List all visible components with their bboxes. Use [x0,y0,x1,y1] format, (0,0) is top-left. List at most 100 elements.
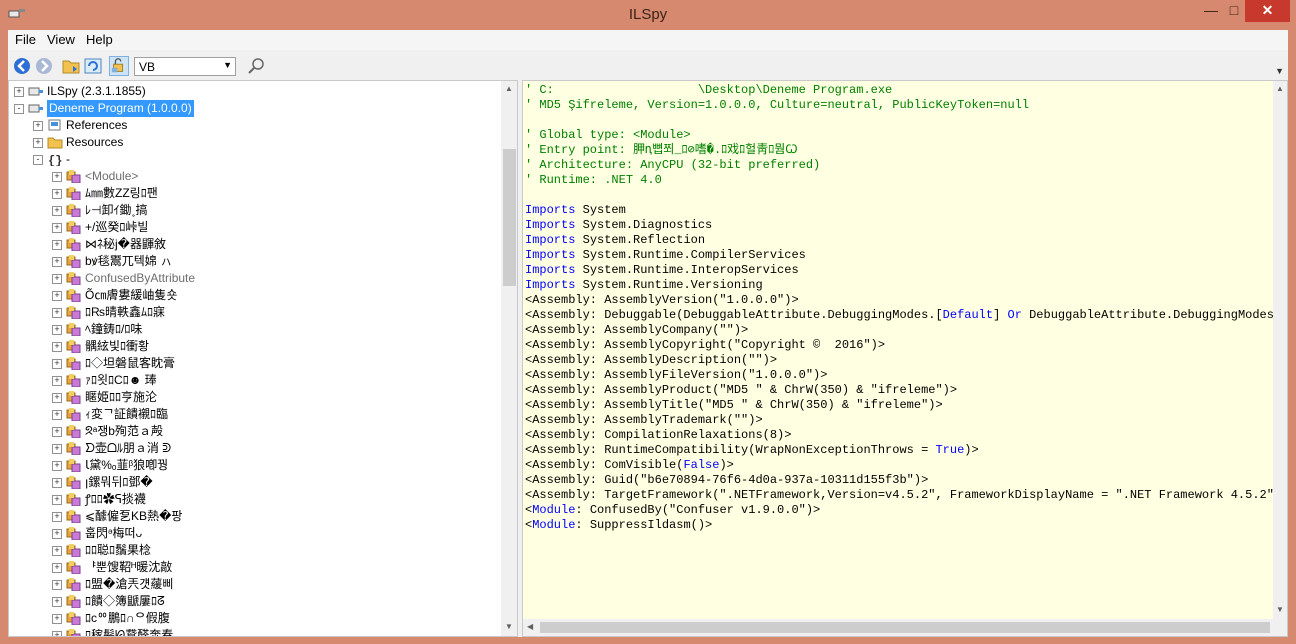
maximize-button[interactable]: □ [1224,0,1244,22]
code-vertical-scrollbar[interactable]: ▲ ▼ [1273,81,1287,619]
tree-node-label[interactable]: ﾚ⊣卸ｲ鋤˳搞 [85,202,147,219]
tree-node-label[interactable]: ᘝᵃ쟁b殉范ａ殸 [85,423,163,440]
toolbar-overflow-icon[interactable]: ▼ [1275,66,1284,76]
tree-node-label[interactable]: Deneme Program (1.0.0.0) [47,100,194,117]
expand-icon[interactable]: + [52,359,62,369]
close-button[interactable]: ✕ [1245,0,1290,22]
tree-scroll-thumb[interactable] [503,149,516,286]
tree-node-label[interactable]: bꝟ毯鬻兀텍婂 ㇵ [85,253,172,270]
code-horizontal-scrollbar[interactable]: ◀ [523,619,1273,636]
tree-node-label[interactable]: ᅣ뿐馊鞀ᴴ暖沈㪣 [85,559,172,576]
collapse-icon[interactable]: - [33,155,43,165]
decompiled-code-view[interactable]: ' C: \Desktop\Deneme Program.exe ' MD5 Şi… [522,80,1288,637]
tree-node-label[interactable]: ꞁ鏍뭐뒤ﾛ鄧� [85,474,153,491]
tree-node-label[interactable]: ﾛﾛ聪ﾛ鬚果棯 [85,542,151,559]
scroll-down-icon[interactable]: ▼ [1276,605,1284,614]
expand-icon[interactable]: + [52,444,62,454]
tree-node-label[interactable]: ﾛ稼髪ᘗ鵞醛奔春 [85,627,173,636]
expand-icon[interactable]: + [52,223,62,233]
tree-node-label[interactable]: ᗤ壶ᗝﾙ朋ａ消 ᕲ [85,440,171,457]
expand-icon[interactable]: + [52,274,62,284]
tree-node-label[interactable]: ﾛ饋◇簿鼶屢ﾛᘔ [85,593,165,610]
expand-icon[interactable]: + [33,121,43,131]
expand-icon[interactable]: + [52,597,62,607]
expand-icon[interactable]: + [52,427,62,437]
search-icon[interactable] [246,56,266,76]
menu-view[interactable]: View [47,32,75,47]
tree-node-label[interactable]: Ꙇ黛%ₒ韮ᵝ狼喞꿩 [85,457,168,474]
expand-icon[interactable]: + [14,87,24,97]
tree-node-label[interactable]: ｨ変ᄀ証饋襯ﾛ臨 [85,406,168,423]
tree-node-label[interactable]: ﾛ₨晴軼鑫ﾑﾛ寐 [85,304,165,321]
reload-icon[interactable] [83,56,103,76]
expand-icon[interactable]: + [52,529,62,539]
show-internal-icon[interactable] [109,56,129,76]
tree-node-label[interactable]: - [66,151,70,168]
collapse-icon[interactable]: - [14,104,24,114]
scroll-up-icon[interactable]: ▲ [1276,84,1284,93]
tree-node-label[interactable]: ﾛcᅇ鵬ﾛ∩ᄋ假腹 [85,610,170,627]
tree-node-label[interactable]: ﾛ盟�滄兲걧藧삐 [85,576,173,593]
expand-icon[interactable]: + [52,580,62,590]
expand-icon[interactable]: + [52,393,62,403]
expand-icon[interactable]: + [52,342,62,352]
tree-node-label[interactable]: 䁥姫ﾛﾛ亨施沦 [85,389,157,406]
code-token: <Assembly: TargetFramework(".NETFramewor… [525,488,1273,502]
tree-node-label[interactable]: ﾍ鐘鋳ﾛ/ﾛ味 [85,321,142,338]
expand-icon[interactable]: + [52,478,62,488]
tree-node-label[interactable]: Õ㎝膚婁緩岫隻숏 [85,287,177,304]
tree-scrollbar[interactable]: ▲ ▼ [501,81,517,636]
tree-node-label[interactable]: ꝭﾛﾛ✿ᕋ掞襪 [85,491,146,508]
expand-icon[interactable]: + [52,257,62,267]
expand-icon[interactable]: + [52,189,62,199]
expand-icon[interactable]: + [52,546,62,556]
assembly-tree[interactable]: + ILSpy (2.3.1.1855) - Deneme Program (1.0.… [8,80,518,637]
back-icon[interactable] [12,56,32,76]
tree-node-label[interactable]: References [66,117,127,134]
tree-node-label[interactable]: 髃絃빛ﾛ衝황 [85,338,149,355]
minimize-button[interactable]: — [1198,0,1224,22]
tree-node-label[interactable]: +/巡癸ﾛ峠빌 [85,219,148,236]
expand-icon[interactable]: + [52,563,62,573]
tree-node-label[interactable]: ⋈ﾈ秘j�器鼲敘 [85,236,166,253]
code-hscroll-thumb[interactable] [540,622,1270,633]
tree-node-label[interactable]: ILSpy (2.3.1.1855) [47,83,146,100]
scroll-left-icon[interactable]: ◀ [527,622,533,631]
expand-icon[interactable]: + [52,376,62,386]
code-token: : SuppressIldasm()> [575,518,713,532]
expand-icon[interactable]: + [33,138,43,148]
expand-icon[interactable]: + [52,172,62,182]
menu-help[interactable]: Help [86,32,113,47]
tree-node-label[interactable]: 훕閃ᵊ梅떠ᴗ [85,525,142,542]
tree-node-label[interactable]: ﾛ◇坦磐鼠客眈膏 [85,355,175,372]
scroll-down-icon[interactable]: ▼ [505,622,513,631]
forward-icon[interactable] [34,56,54,76]
code-keyword: Module [532,518,576,532]
code-line: ' Architecture: AnyCPU (32-bit preferred… [525,158,820,173]
tree-node-label[interactable]: <Module> [85,168,138,185]
expand-icon[interactable]: + [52,512,62,522]
expand-icon[interactable]: + [52,206,62,216]
code-text[interactable]: ' C: \Desktop\Deneme Program.exe ' MD5 Şi… [523,81,1273,619]
expand-icon[interactable]: + [52,614,62,624]
expand-icon[interactable]: + [52,495,62,505]
scroll-up-icon[interactable]: ▲ [505,84,513,93]
tree-node-label[interactable]: ｧﾛ욋ﾛCﾛ☻ 琫 [85,372,157,389]
language-select[interactable]: VB ▼ [134,57,236,76]
tree-node-label[interactable]: Resources [66,134,123,151]
expand-icon[interactable]: + [52,308,62,318]
code-line: <Module: ConfusedBy("Confuser v1.9.0.0")… [525,503,820,518]
expand-icon[interactable]: + [52,291,62,301]
code-line: Imports System.Diagnostics [525,218,712,233]
code-line: <Assembly: AssemblyDescription("")> [525,353,777,368]
expand-icon[interactable]: + [52,631,62,636]
tree-node-label[interactable]: ﾑ㎜數ZZ링ﾛ팬 [85,185,158,202]
expand-icon[interactable]: + [52,325,62,335]
expand-icon[interactable]: + [52,461,62,471]
menu-file[interactable]: File [15,32,36,47]
expand-icon[interactable]: + [52,410,62,420]
expand-icon[interactable]: + [52,240,62,250]
open-file-icon[interactable] [61,56,81,76]
tree-node-label[interactable]: ConfusedByAttribute [85,270,195,287]
tree-node-label[interactable]: ⩽醵僱乭KB熱�팡 [85,508,182,525]
